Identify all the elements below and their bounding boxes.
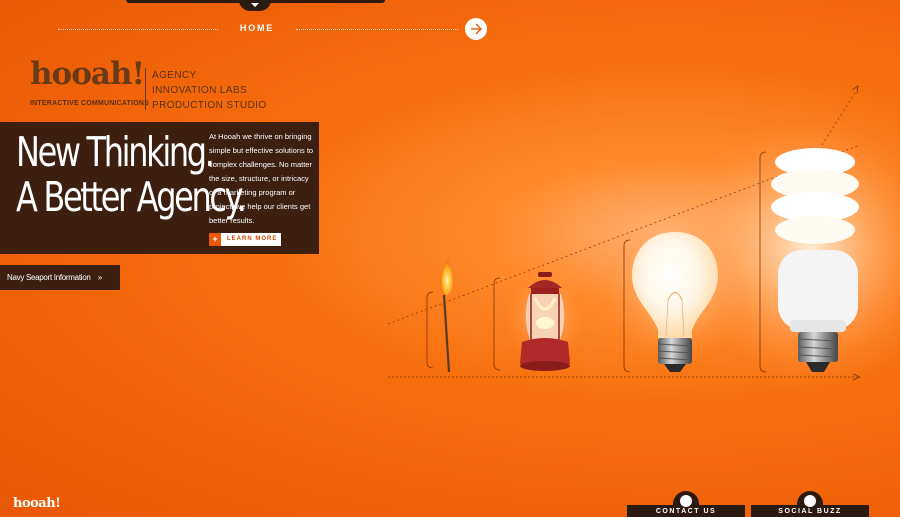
contact-icon — [680, 495, 692, 507]
bracket-2 — [493, 277, 501, 371]
footer-logo[interactable]: hooah! — [13, 496, 61, 512]
social-buzz-label: SOCIAL BUZZ — [778, 508, 842, 515]
bracket-1 — [426, 291, 434, 369]
evolution-illustration — [387, 85, 900, 390]
matchstick — [442, 294, 451, 373]
social-buzz-tab[interactable]: SOCIAL BUZZ — [751, 491, 869, 517]
match-flame-icon — [440, 257, 455, 296]
contact-us-tab[interactable]: CONTACT US — [627, 491, 745, 517]
social-icon — [804, 495, 816, 507]
contact-us-label: CONTACT US — [655, 508, 717, 515]
footer-logo-wordmark: hooah! — [13, 496, 61, 511]
